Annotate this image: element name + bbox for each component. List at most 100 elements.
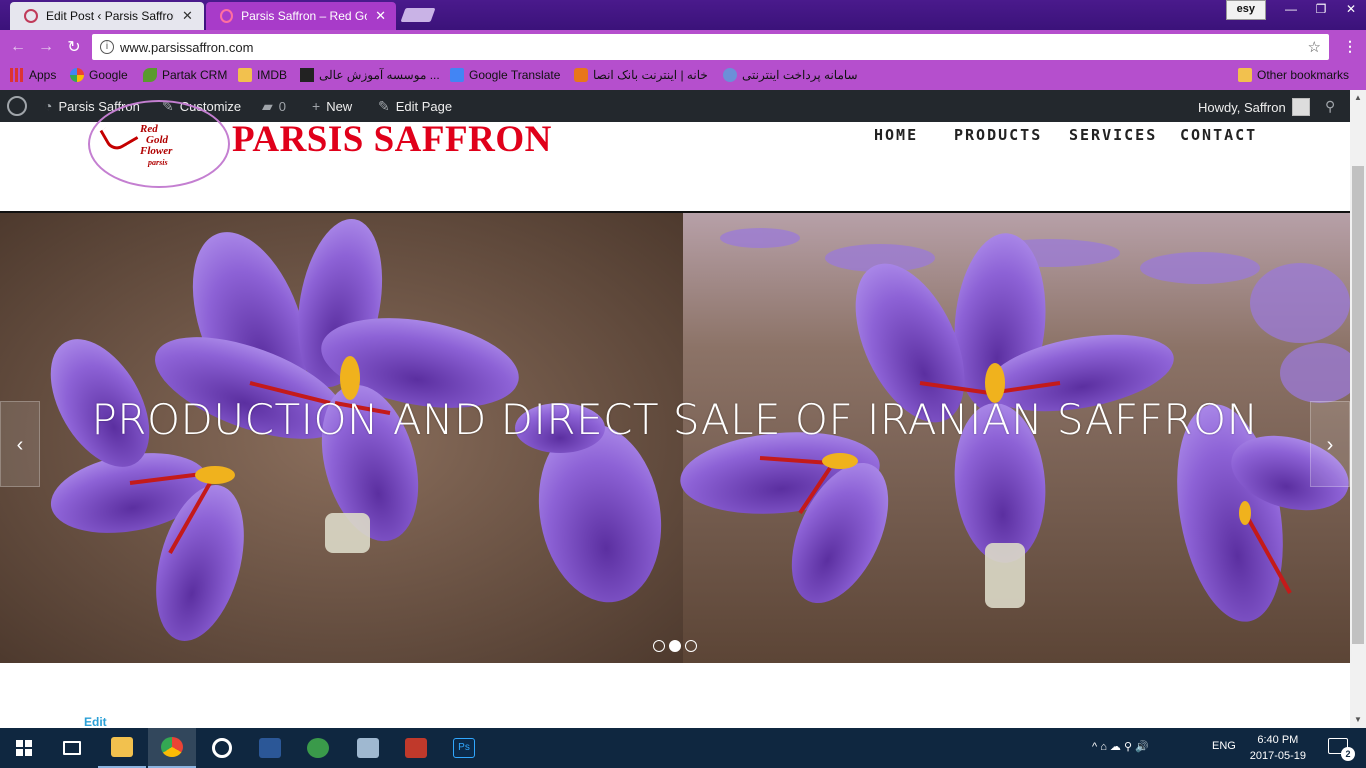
logo-line: parsis [148, 158, 168, 167]
profile-button[interactable]: esy [1225, 0, 1266, 20]
site-favicon-icon [220, 9, 234, 23]
bookmark-partak-crm[interactable]: Partak CRM [143, 68, 227, 82]
comment-count: 0 [278, 99, 287, 114]
scroll-down-icon[interactable]: ▼ [1350, 712, 1366, 728]
language-indicator[interactable]: ENG [1212, 740, 1236, 752]
nav-products[interactable]: PRODUCTS [954, 126, 1042, 144]
bookmark-institute[interactable]: موسسه آموزش عالی ... [300, 68, 440, 82]
reload-icon[interactable]: ↻ [60, 37, 88, 57]
bookmark-payment[interactable]: سامانه پرداخت اینترنتی [723, 68, 858, 82]
bookmark-imdb[interactable]: IMDB [238, 68, 287, 82]
tab-edit-post[interactable]: Edit Post ‹ Parsis Saffron ✕ [10, 2, 204, 30]
slider-dot-active[interactable] [669, 640, 681, 652]
tab-parsis-saffron[interactable]: Parsis Saffron – Red Gold ✕ [206, 2, 396, 30]
bookmark-google-translate[interactable]: Google Translate [450, 68, 560, 82]
info-icon[interactable]: i [100, 40, 114, 54]
leaf-icon [143, 68, 157, 82]
clock-time: 6:40 PM [1257, 734, 1299, 746]
folder-icon [238, 68, 252, 82]
close-tab-icon[interactable]: ✕ [375, 8, 386, 24]
wp-comments-link[interactable]: ▰ 0 [262, 98, 286, 115]
comment-icon: ▰ [262, 98, 273, 114]
bookmark-label: Google Translate [469, 68, 561, 82]
bookmark-star-icon[interactable]: ☆ [1308, 38, 1321, 56]
wordpress-icon [7, 96, 27, 116]
close-tab-icon[interactable]: ✕ [182, 8, 193, 24]
app-button-4[interactable] [392, 728, 440, 768]
minimize-button[interactable]: — [1276, 0, 1306, 18]
wp-new-link[interactable]: + New [312, 98, 352, 114]
slider-dot[interactable] [685, 640, 697, 652]
bookmark-label: IMDB [257, 68, 287, 82]
globe-icon [723, 68, 737, 82]
file-explorer-button[interactable] [98, 728, 146, 768]
url-text[interactable]: www.parsissaffron.com [120, 40, 253, 55]
bookmarks-bar: Apps Google Partak CRM IMDB موسسه آموزش … [0, 64, 1366, 90]
app-button[interactable] [198, 728, 246, 768]
slider-dot[interactable] [653, 640, 665, 652]
brand-title[interactable]: PARSIS SAFFRON [232, 118, 552, 161]
scroll-up-icon[interactable]: ▲ [1350, 90, 1366, 106]
bookmark-google[interactable]: Google [70, 68, 128, 82]
folder-icon [111, 737, 133, 757]
folder-icon [1238, 68, 1252, 82]
wordpress-logo-button[interactable] [7, 96, 27, 116]
bookmark-other[interactable]: Other bookmarks [1238, 68, 1349, 82]
avatar [1291, 98, 1310, 116]
globe-app-icon [307, 738, 329, 758]
nav-home[interactable]: HOME [874, 126, 918, 144]
new-tab-button[interactable] [400, 8, 436, 22]
wp-account-menu[interactable]: Howdy, Saffron [1198, 98, 1310, 116]
browser-menu-icon[interactable]: ⋮ [1343, 38, 1357, 55]
close-window-button[interactable]: ✕ [1336, 0, 1366, 18]
logo-text: Red Gold Flower parsis [140, 124, 172, 168]
pencil-icon: ✎ [378, 98, 390, 114]
slider-prev-button[interactable]: ‹ [0, 401, 40, 487]
bank-icon [574, 68, 588, 82]
word-button[interactable] [246, 728, 294, 768]
page-content: Edit [0, 663, 1350, 729]
bookmark-label: Apps [29, 68, 57, 82]
howdy-label: Howdy, Saffron [1198, 99, 1286, 115]
tab-title: Parsis Saffron – Red Gold [241, 9, 368, 23]
plus-icon: + [312, 98, 321, 114]
start-button[interactable] [0, 728, 48, 768]
nav-contact[interactable]: CONTACT [1180, 126, 1257, 144]
address-bar[interactable]: i www.parsissaffron.com ☆ [92, 34, 1329, 60]
bookmark-label: موسسه آموزش عالی ... [319, 68, 440, 82]
action-center-icon[interactable]: 2 [1328, 738, 1355, 761]
browser-tab-strip: Edit Post ‹ Parsis Saffron ✕ Parsis Saff… [0, 0, 1366, 30]
photoshop-button[interactable]: Ps [440, 728, 488, 768]
edit-link[interactable]: Edit [84, 715, 107, 729]
wp-search-button[interactable]: ⚲ [1325, 98, 1335, 115]
bookmark-label: Google [89, 68, 128, 82]
clock-date: 2017-05-19 [1249, 750, 1306, 762]
tab-title: Edit Post ‹ Parsis Saffron [46, 9, 174, 23]
restore-button[interactable]: ❐ [1306, 0, 1336, 18]
site-icon [300, 68, 314, 82]
dashboard-icon: ◔ [44, 98, 53, 114]
bookmark-ansar-bank[interactable]: خانه | اینترنت بانک انصا [574, 68, 708, 82]
scroll-thumb[interactable] [1352, 166, 1364, 644]
windows-logo-icon [16, 740, 32, 756]
wordpress-favicon-icon [24, 9, 38, 23]
back-arrow-icon[interactable]: ← [4, 38, 32, 56]
forward-arrow-icon[interactable]: → [32, 38, 60, 56]
slider-next-button[interactable]: › [1310, 401, 1350, 487]
browser-toolbar: ← → ↻ i www.parsissaffron.com ☆ ⋮ [0, 30, 1366, 64]
page-scrollbar[interactable]: ▲ ▼ [1350, 90, 1366, 728]
clock[interactable]: 6:40 PM 2017-05-19 [1250, 732, 1306, 764]
nav-services[interactable]: SERVICES [1069, 126, 1157, 144]
wp-edit-page-link[interactable]: ✎ Edit Page [378, 98, 452, 115]
translate-icon [450, 68, 464, 82]
chrome-button[interactable] [148, 728, 196, 768]
bookmark-apps[interactable]: Apps [10, 68, 56, 82]
app-button-2[interactable] [294, 728, 342, 768]
bookmark-label: Other bookmarks [1257, 68, 1350, 82]
system-tray-icons[interactable]: ^ ⌂ ☁ ⚲ 🔊 [1092, 740, 1149, 753]
app-button-3[interactable] [344, 728, 392, 768]
google-icon [70, 68, 84, 82]
logo-line: Flower [140, 145, 173, 157]
task-view-button[interactable] [48, 728, 96, 768]
edit-page-label: Edit Page [395, 99, 453, 114]
